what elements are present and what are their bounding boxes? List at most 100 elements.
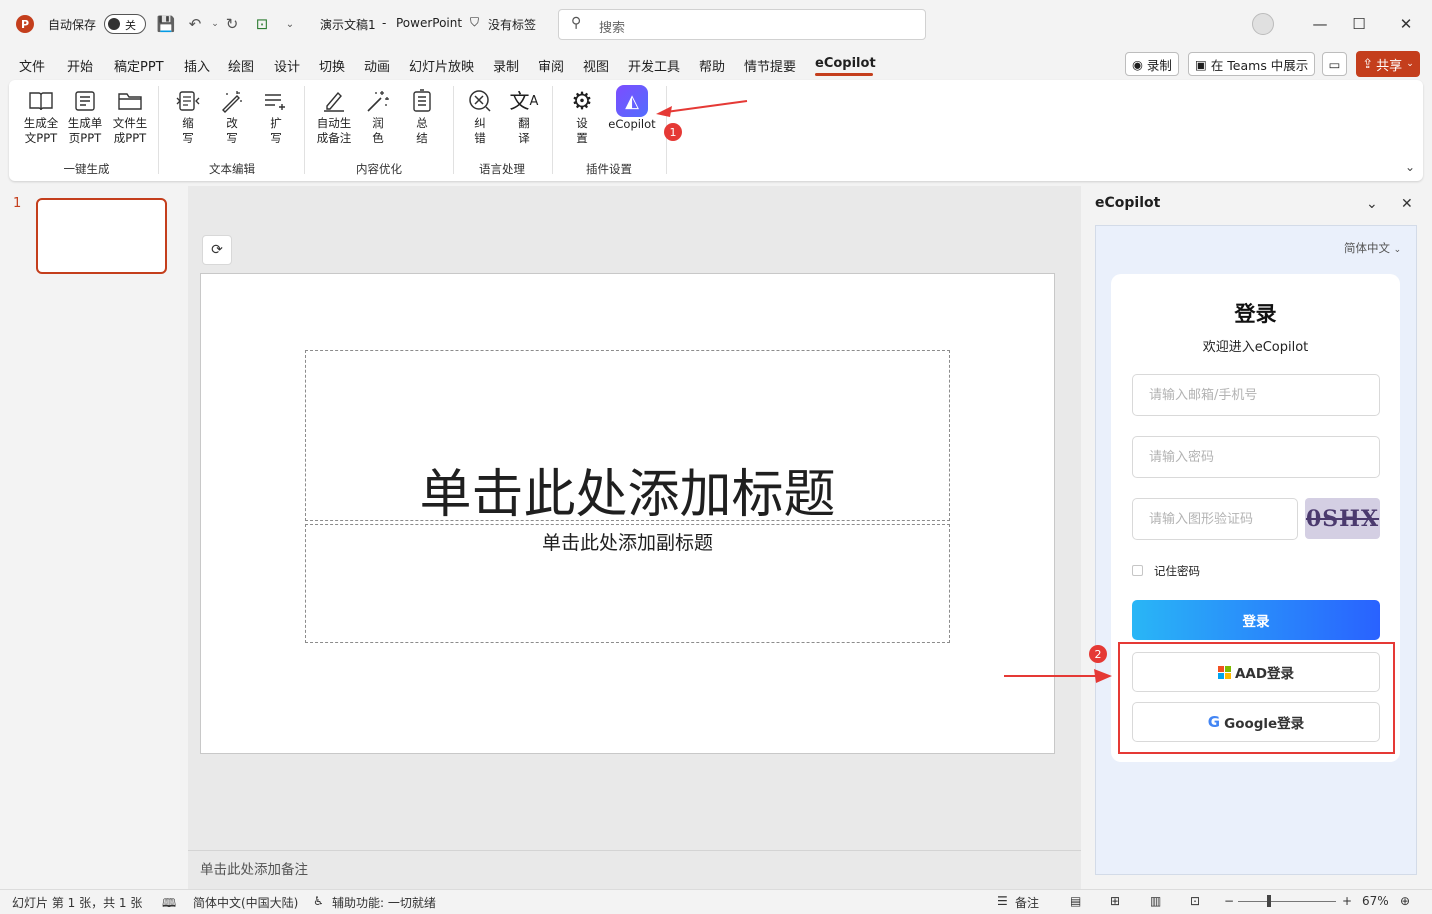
rewrite-button[interactable]: 改 写	[217, 86, 247, 146]
settings-button[interactable]: ⚙ 设 置	[567, 86, 597, 146]
magic-pen-icon	[217, 86, 247, 116]
zoom-slider-handle[interactable]	[1267, 895, 1271, 907]
search-box[interactable]: ⚲ 搜索	[558, 9, 926, 40]
tab-review[interactable]: 审阅	[538, 56, 564, 75]
notes-toggle[interactable]: 备注	[1015, 894, 1039, 911]
tab-insert[interactable]: 插入	[184, 56, 210, 75]
close-window-icon[interactable]: ✕	[1394, 12, 1418, 36]
tab-slideshow[interactable]: 幻灯片放映	[409, 56, 474, 75]
button-label: 译	[518, 131, 530, 145]
password-field[interactable]	[1132, 436, 1380, 478]
polish-button[interactable]: 润 色	[363, 86, 393, 146]
translate-icon: 文A	[509, 88, 539, 113]
sensitivity-label[interactable]: 没有标签	[488, 16, 536, 33]
comments-button[interactable]: ▭	[1322, 52, 1347, 76]
slide-count-status: 幻灯片 第 1 张，共 1 张	[12, 896, 143, 910]
tab-help[interactable]: 帮助	[699, 56, 725, 75]
button-label: 成PPT	[113, 131, 147, 145]
autosave-toggle[interactable]: 关	[104, 14, 146, 34]
tab-gaoding[interactable]: 稿定PPT	[114, 56, 164, 75]
present-icon[interactable]: ⊡	[252, 14, 272, 34]
captcha-image[interactable]: 0SHX	[1305, 498, 1380, 539]
group-label: 一键生成	[63, 162, 110, 176]
teams-icon: ▣	[1195, 56, 1207, 72]
normal-view-icon[interactable]: ▤	[1070, 894, 1081, 908]
zoom-slider-track[interactable]	[1238, 901, 1336, 902]
button-label: 成备注	[316, 131, 352, 145]
login-button[interactable]: 登录	[1132, 600, 1380, 640]
minimize-icon[interactable]: —	[1308, 12, 1332, 36]
close-pane-icon[interactable]: ✕	[1401, 196, 1413, 212]
active-tab-indicator	[815, 73, 873, 76]
email-field[interactable]	[1132, 374, 1380, 416]
maximize-icon[interactable]: ☐	[1347, 12, 1371, 36]
summarize-button[interactable]: 总 结	[407, 86, 437, 146]
ecopilot-logo-icon: ◭	[605, 85, 659, 117]
collapse-ribbon-icon[interactable]: ⌄	[1405, 160, 1415, 174]
spelling-icon[interactable]: 🕮	[162, 894, 176, 914]
captcha-field[interactable]	[1132, 498, 1298, 540]
pen-line-icon	[313, 86, 355, 116]
tab-developer[interactable]: 开发工具	[628, 56, 680, 75]
designer-icon[interactable]: ⟳	[202, 235, 232, 265]
record-button[interactable]: ◉ 录制	[1125, 52, 1179, 76]
tab-design[interactable]: 设计	[274, 56, 300, 75]
file-to-ppt-button[interactable]: 文件生 成PPT	[109, 86, 151, 146]
notes-placeholder[interactable]: 单击此处添加备注	[200, 858, 308, 878]
title-placeholder-text[interactable]: 单击此处添加标题	[305, 452, 950, 527]
generate-full-ppt-button[interactable]: 生成全 文PPT	[21, 86, 61, 146]
tab-view[interactable]: 视图	[583, 56, 609, 75]
proofread-button[interactable]: 纠 错	[465, 86, 495, 146]
button-label: eCopilot	[608, 117, 656, 131]
slide-sorter-icon[interactable]: ⊞	[1110, 894, 1120, 908]
button-label: 色	[372, 131, 384, 145]
tab-animations[interactable]: 动画	[364, 56, 390, 75]
save-icon[interactable]: 💾	[156, 14, 176, 34]
generate-single-page-button[interactable]: 生成单 页PPT	[65, 86, 105, 146]
zoom-level[interactable]: 67%	[1362, 894, 1389, 908]
tab-home[interactable]: 开始	[67, 56, 93, 75]
condense-icon	[173, 86, 203, 116]
language-status[interactable]: 简体中文(中国大陆)	[193, 894, 298, 911]
group-divider	[158, 86, 159, 174]
translate-button[interactable]: 文A 翻 译	[509, 86, 539, 146]
zoom-out-icon[interactable]: −	[1224, 894, 1234, 908]
remember-checkbox[interactable]	[1132, 565, 1143, 576]
chevron-down-icon[interactable]: ⌄	[1366, 196, 1378, 212]
tab-file[interactable]: 文件	[19, 56, 45, 75]
present-in-teams-button[interactable]: ▣ 在 Teams 中展示	[1188, 52, 1316, 76]
button-label: 文件生	[112, 116, 148, 130]
ecopilot-button[interactable]: ◭ eCopilot	[605, 85, 659, 132]
remember-label[interactable]: 记住密码	[1154, 563, 1200, 579]
account-avatar[interactable]	[1252, 13, 1274, 35]
share-button[interactable]: ⇪ 共享 ⌄	[1356, 51, 1420, 77]
tab-transitions[interactable]: 切换	[319, 56, 345, 75]
tab-record[interactable]: 录制	[493, 56, 519, 75]
slideshow-view-icon[interactable]: ⊡	[1190, 894, 1200, 908]
autosave-state: 关	[125, 19, 136, 32]
subtitle-placeholder-text[interactable]: 单击此处添加副标题	[305, 528, 950, 555]
zoom-in-icon[interactable]: +	[1342, 894, 1352, 908]
record-icon: ◉	[1132, 56, 1143, 72]
accessibility-status[interactable]: 辅助功能: 一切就绪	[332, 894, 436, 911]
tab-ecopilot[interactable]: eCopilot	[815, 56, 876, 71]
button-label: 总	[416, 116, 428, 130]
button-label: 生成单	[67, 116, 103, 130]
undo-icon[interactable]: ↶	[185, 14, 205, 34]
comment-icon: ▭	[1328, 56, 1341, 72]
tab-storyboard[interactable]: 情节提要	[744, 56, 796, 75]
customize-qat-icon[interactable]: ⌄	[280, 14, 300, 34]
auto-notes-button[interactable]: 自动生 成备注	[313, 86, 355, 146]
condense-button[interactable]: 缩 写	[173, 86, 203, 146]
reading-view-icon[interactable]: ▥	[1150, 894, 1161, 908]
share-icon: ⇪	[1362, 56, 1374, 72]
fit-slide-icon[interactable]: ⊕	[1400, 894, 1410, 908]
sensitivity-icon[interactable]: ⛉	[470, 15, 479, 30]
expand-button[interactable]: 扩 写	[261, 86, 291, 146]
redo-icon[interactable]: ↻	[222, 14, 242, 34]
tab-draw[interactable]: 绘图	[228, 56, 254, 75]
slide-thumbnail[interactable]	[36, 198, 167, 274]
login-button-label: 登录	[1242, 614, 1270, 630]
language-select[interactable]: 简体中文 ⌄	[1344, 240, 1401, 256]
notes-divider[interactable]	[188, 850, 1081, 851]
